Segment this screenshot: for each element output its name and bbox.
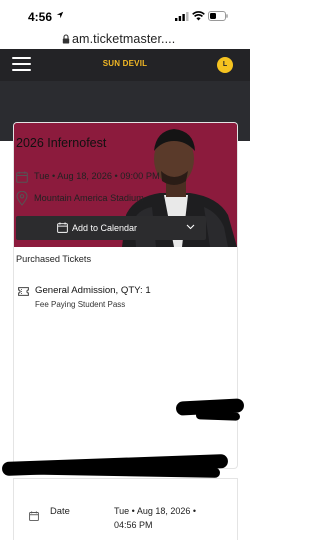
status-bar: 4:56	[0, 0, 250, 30]
event-venue[interactable]: Mountain America Stadium	[34, 193, 144, 203]
chevron-down-icon	[186, 224, 195, 230]
avatar[interactable]: L	[217, 57, 233, 73]
date-label: Date	[50, 505, 70, 516]
calendar-icon	[57, 222, 68, 233]
ticket-icon	[18, 287, 29, 296]
date-value-line2: 04:56 PM	[114, 520, 153, 530]
ticket-title[interactable]: General Admission, QTY: 1	[35, 285, 151, 296]
battery-icon	[208, 11, 228, 21]
location-arrow-icon	[56, 11, 64, 19]
purchased-tickets-heading: Purchased Tickets	[16, 254, 92, 264]
app-header: SUN DEVIL L	[0, 49, 250, 81]
brand-logo[interactable]: SUN DEVIL	[0, 59, 250, 68]
calendar-icon	[16, 171, 28, 183]
signal-icon	[175, 12, 189, 21]
add-to-calendar-label: Add to Calendar	[72, 223, 138, 233]
map-pin-icon	[16, 191, 28, 206]
ticket-subtitle: Fee Paying Student Pass	[35, 300, 126, 309]
event-datetime: Tue • Aug 18, 2026 • 09:00 PM	[34, 171, 160, 181]
date-value: Tue • Aug 18, 2026 • 04:56 PM	[114, 504, 214, 532]
redaction-mark	[195, 411, 241, 421]
browser-url-bar[interactable]: am.ticketmaster....	[0, 30, 250, 49]
calendar-icon	[29, 511, 39, 521]
add-to-calendar-button[interactable]: Add to Calendar	[16, 216, 206, 240]
event-title: 2026 Infernofest	[16, 136, 107, 150]
lock-icon	[62, 34, 70, 44]
status-time: 4:56	[28, 10, 53, 24]
date-value-line1: Tue • Aug 18, 2026 •	[114, 506, 197, 516]
url-text[interactable]: am.ticketmaster....	[72, 32, 175, 46]
wifi-icon	[192, 11, 205, 21]
